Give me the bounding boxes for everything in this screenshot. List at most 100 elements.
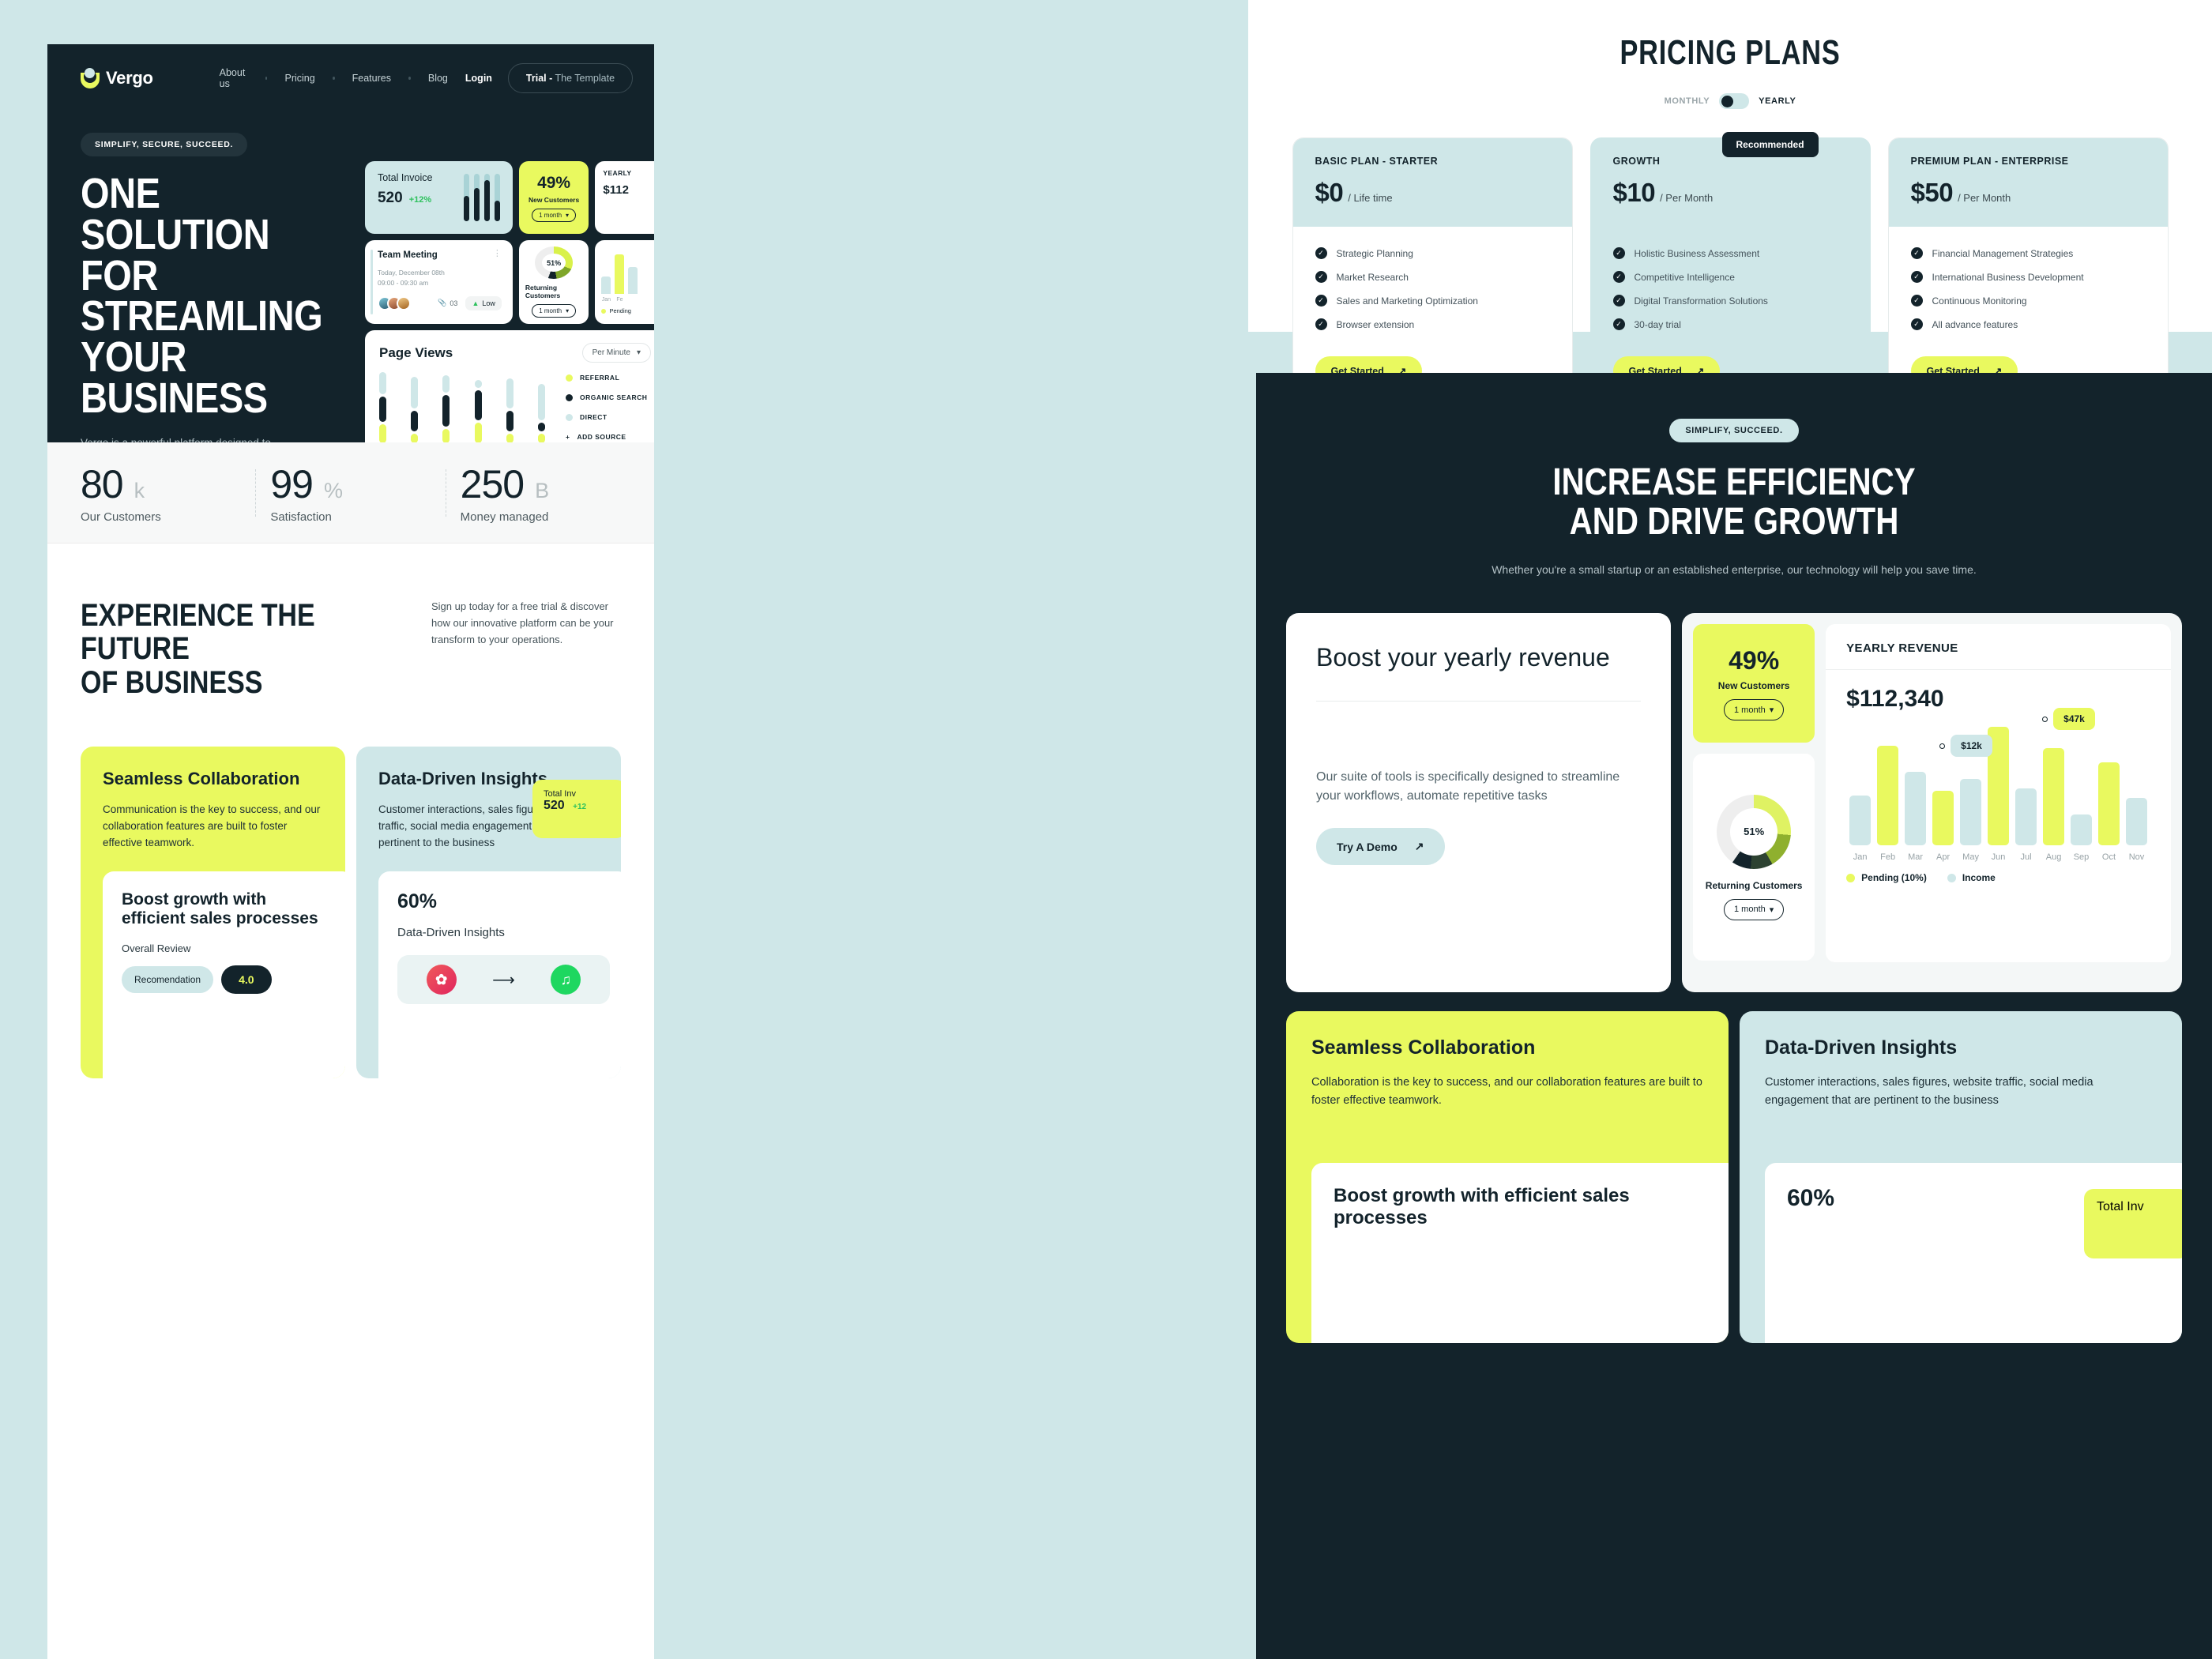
pricing-plans-grid: BASIC PLAN - STARTER $0 / Life time ✓ Str… [1248, 132, 2212, 407]
trial-template-button[interactable]: Trial - The Template [507, 63, 634, 93]
nav-link-about[interactable]: About us [202, 67, 265, 89]
efficiency-title: INCREASE EFFICIENCY AND DRIVE GROWTH [1333, 462, 2135, 543]
chevron-down-icon: ▾ [566, 211, 570, 219]
plan-feature-label: Competitive Intelligence [1634, 271, 1735, 283]
legend-item-direct[interactable]: DIRECT [565, 413, 647, 421]
nav-link-pricing[interactable]: Pricing [267, 73, 332, 84]
billing-period-toggle[interactable] [1719, 93, 1750, 109]
chart-column [411, 371, 419, 442]
add-source-label: ADD SOURCE [577, 433, 626, 441]
legend-item-pending[interactable]: Pending (10%) [1846, 872, 1927, 883]
new-customers-range-select[interactable]: 1 month ▾ [532, 208, 577, 222]
total-invoice-change: +12% [408, 195, 432, 205]
inner-card-title: Boost growth with efficient sales proces… [122, 890, 318, 928]
feature-body: Communication is the key to success, and… [103, 803, 321, 849]
legend-label: Pending (10%) [1861, 872, 1927, 884]
plan-feature-label: Digital Transformation Solutions [1634, 295, 1768, 307]
plan-card-basic: BASIC PLAN - STARTER $0 / Life time ✓ Str… [1292, 137, 1573, 407]
chart-column [1846, 727, 1874, 846]
legend-label: DIRECT [579, 413, 608, 421]
interval-value: Per Minute [592, 348, 630, 357]
new-customers-range-select[interactable]: 1 month ▾ [1724, 699, 1785, 721]
experience-section: EXPERIENCE THE FUTURE OF BUSINESS Sign u… [47, 544, 654, 1079]
legend-item-income[interactable]: Income [1947, 872, 1996, 883]
legend-item-referral[interactable]: REFERRAL [565, 374, 647, 382]
trial-label-strong: Trial - [525, 73, 553, 84]
landing-page-board: Vergo About us Pricing Features Blog Log… [47, 44, 654, 1659]
new-customers-card: 49% New Customers 1 month ▾ [518, 161, 589, 234]
page-views-interval-select[interactable]: Per Minute ▾ [581, 343, 651, 363]
meeting-time: 09:00 - 09:30 am [377, 278, 429, 287]
page-views-legend: REFERRAL ORGANIC SEARCH DIRECT + ADD SOU… [565, 371, 647, 442]
stat-divider [255, 468, 257, 517]
plan-feature-label: Continuous Monitoring [1932, 295, 2027, 307]
nav-link-features[interactable]: Features [335, 73, 408, 84]
hero-title-line-2: FOR STREAMLING [81, 251, 323, 340]
plan-feature-row: ✓ Browser extension [1315, 318, 1550, 330]
x-tick: Apr [1936, 852, 1951, 863]
legend-label: REFERRAL [579, 374, 620, 382]
returning-range-select[interactable]: 1 month ▾ [532, 304, 577, 318]
boost-try-demo-button[interactable]: Try A Demo ↗ [1316, 828, 1445, 866]
returning-range-select[interactable]: 1 month ▾ [1724, 898, 1785, 920]
x-tick: Jul [2020, 852, 2032, 863]
stat-money: 250 B Money managed [461, 461, 621, 524]
pending-legend-label: Pending [609, 307, 631, 314]
chevron-down-icon: ▾ [1769, 905, 1774, 915]
more-options-icon[interactable]: ⋮ [493, 250, 502, 258]
boost-revenue-card: Boost your yearly revenue Our suite of t… [1286, 613, 1672, 993]
plan-period: / Per Month [1958, 192, 2011, 204]
plan-card-growth: Recommended GROWTH $10 / Per Month ✓ Holi… [1589, 132, 1871, 407]
returning-customers-label: Returning Customers [525, 284, 561, 299]
legend-dot-icon [565, 393, 573, 401]
check-icon: ✓ [1910, 247, 1923, 259]
trial-label-rest: The Template [552, 73, 615, 84]
divider [1316, 701, 1642, 702]
plan-feature-label: Holistic Business Assessment [1634, 247, 1760, 259]
yearly-revenue-chart-card: YEARLY REVENUE $112,340 $12k $47k Jan Fe… [1826, 624, 2171, 963]
score-badge: 4.0 [221, 965, 272, 995]
invoice-sparkline [463, 174, 500, 221]
annotation-label: $47k [2063, 713, 2085, 725]
annotation-label: $12k [1961, 740, 1982, 752]
hero-section: Vergo About us Pricing Features Blog Log… [47, 44, 654, 442]
toggle-label-yearly[interactable]: YEARLY [1759, 96, 1796, 106]
priority-label: Low [482, 299, 495, 307]
stat-unit: % [323, 479, 343, 502]
billing-period-toggle-row: MONTHLY YEARLY [1248, 93, 2212, 109]
login-link[interactable]: Login [465, 73, 492, 84]
plan-amount: $50 [1910, 178, 1954, 207]
pending-month: Jan [601, 297, 611, 303]
plan-feature-label: Market Research [1336, 271, 1409, 283]
nav-link-blog[interactable]: Blog [411, 73, 465, 84]
legend-dot-icon [565, 413, 573, 421]
range-value: 1 month [1734, 705, 1766, 715]
returning-percent: 51% [1730, 807, 1778, 856]
plan-feature-row: ✓ Strategic Planning [1315, 247, 1550, 259]
legend-dot-icon [601, 308, 607, 314]
add-source-button[interactable]: + ADD SOURCE [566, 433, 647, 441]
plan-feature-row: ✓ Digital Transformation Solutions [1612, 295, 1848, 307]
chart-column [1874, 727, 1902, 846]
check-icon: ✓ [1910, 271, 1923, 283]
yearly-value: $112 [603, 183, 629, 197]
x-tick: May [1962, 852, 1979, 863]
experience-title-line-1: EXPERIENCE THE FUTURE [81, 598, 315, 667]
boost-title: Boost your yearly revenue [1316, 643, 1610, 672]
plan-feature-row: ✓ Holistic Business Assessment [1612, 247, 1848, 259]
attendee-avatars [377, 295, 411, 310]
plus-icon: + [565, 433, 570, 441]
insights-label: Data-Driven Insights [397, 926, 505, 940]
toggle-label-monthly[interactable]: MONTHLY [1665, 96, 1710, 106]
feature-card-insights: Data-Driven Insights Customer interactio… [356, 747, 621, 1079]
brand-logo[interactable]: Vergo [81, 68, 153, 88]
plan-feature-label: Sales and Marketing Optimization [1336, 295, 1478, 307]
stat-value: 99 [270, 462, 314, 506]
plan-amount: $0 [1315, 178, 1344, 207]
legend-item-organic[interactable]: ORGANIC SEARCH [565, 393, 647, 401]
x-tick: Sep [2073, 852, 2090, 863]
stat-satisfaction: 99 % Satisfaction [270, 461, 431, 524]
float-invoice-change: +12 [573, 803, 587, 812]
navbar-actions: Login Trial - The Template [465, 63, 634, 93]
plan-name: BASIC PLAN - STARTER [1315, 156, 1439, 167]
